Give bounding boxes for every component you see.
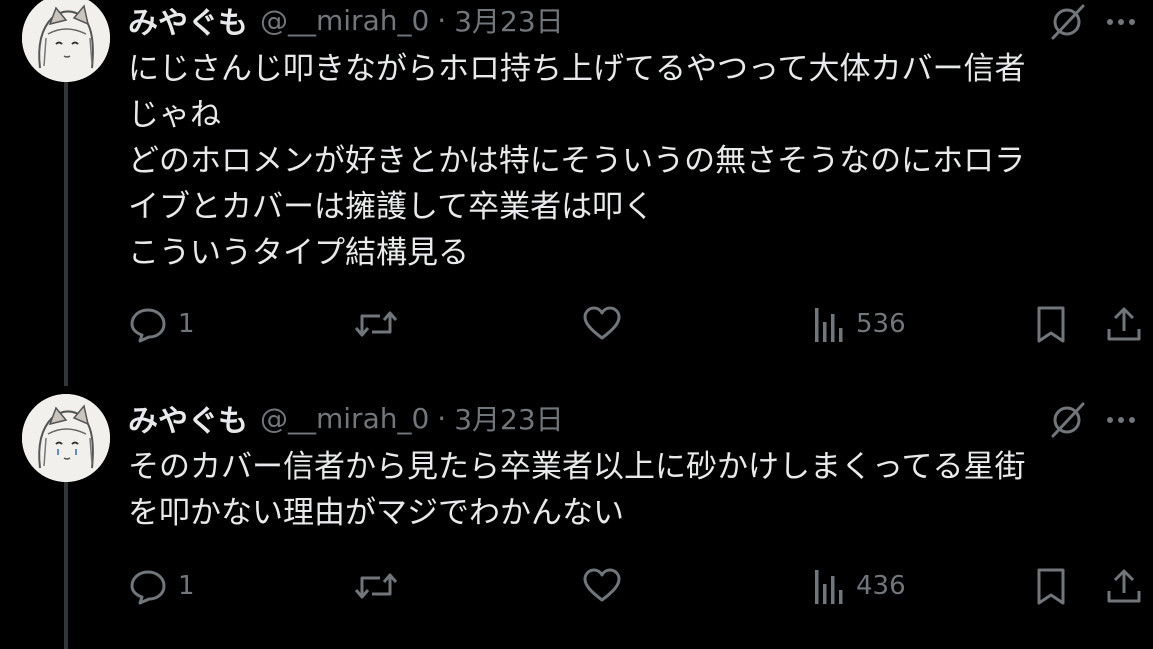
avatar[interactable]: [22, 0, 110, 82]
views-count: 536: [856, 309, 906, 339]
retweet-icon: [354, 573, 398, 599]
heart-icon: [583, 568, 621, 602]
tweet-header: みやぐも @__mirah_0 · 3月23日: [128, 396, 564, 440]
tweet-text: そのカバー信者から見たら卒業者以上に砂かけしまくってる星街 を叩かない理由がマジ…: [128, 449, 1026, 531]
reply-icon: [130, 308, 166, 343]
reply-count: 1: [178, 309, 195, 339]
tweet-date[interactable]: 3月23日: [454, 0, 563, 40]
grok-button[interactable]: [1047, 2, 1087, 42]
user-handle[interactable]: @__mirah_0: [260, 402, 429, 435]
tweet-text: にじさんじ叩きながらホロ持ち上げてるやつって大体カバー信者 じゃね どのホロメン…: [128, 51, 1026, 271]
action-bar: 1 436: [128, 562, 1148, 610]
grok-button[interactable]: [1047, 400, 1087, 440]
views-icon: [815, 308, 843, 342]
more-button[interactable]: [1101, 400, 1141, 440]
retweet-button[interactable]: [354, 300, 408, 348]
bookmark-icon: [1037, 306, 1065, 343]
tweet-header: みやぐも @__mirah_0 · 3月23日: [128, 0, 564, 42]
reply-count: 1: [178, 571, 195, 601]
views-button[interactable]: 536: [812, 300, 906, 348]
avatar[interactable]: [22, 394, 110, 482]
like-button[interactable]: [582, 562, 632, 610]
bookmark-button[interactable]: [1034, 562, 1068, 610]
avatar-drawing-icon: [22, 394, 110, 482]
share-button[interactable]: [1104, 562, 1144, 610]
reply-icon: [130, 570, 166, 605]
like-button[interactable]: [582, 300, 632, 348]
views-button[interactable]: 436: [812, 562, 906, 610]
heart-icon: [583, 306, 621, 340]
separator-dot: ·: [437, 401, 447, 435]
retweet-button[interactable]: [354, 562, 408, 610]
display-name[interactable]: みやぐも: [128, 396, 248, 440]
views-icon: [815, 570, 843, 604]
grok-icon: [1051, 4, 1085, 40]
more-button[interactable]: [1101, 2, 1141, 42]
reply-button[interactable]: 1: [128, 562, 195, 610]
separator-dot: ·: [437, 3, 447, 37]
tweet[interactable]: みやぐも @__mirah_0 · 3月23日 にじさんじ叩きながらホロ持ち上げ…: [0, 0, 1153, 372]
share-icon: [1107, 307, 1141, 341]
tweet[interactable]: みやぐも @__mirah_0 · 3月23日 そのカバー信者から見たら卒業者以…: [0, 394, 1153, 649]
display-name[interactable]: みやぐも: [128, 0, 248, 42]
grok-icon: [1051, 402, 1085, 438]
views-count: 436: [856, 571, 906, 601]
share-icon: [1107, 569, 1141, 603]
more-icon: [1107, 417, 1135, 423]
avatar-drawing-icon: [22, 0, 110, 82]
action-bar: 1 536: [128, 300, 1148, 348]
bookmark-button[interactable]: [1034, 300, 1068, 348]
retweet-icon: [354, 311, 398, 337]
more-icon: [1107, 19, 1135, 25]
tweet-date[interactable]: 3月23日: [454, 398, 563, 438]
share-button[interactable]: [1104, 300, 1144, 348]
bookmark-icon: [1037, 568, 1065, 605]
user-handle[interactable]: @__mirah_0: [260, 4, 429, 37]
reply-button[interactable]: 1: [128, 300, 195, 348]
